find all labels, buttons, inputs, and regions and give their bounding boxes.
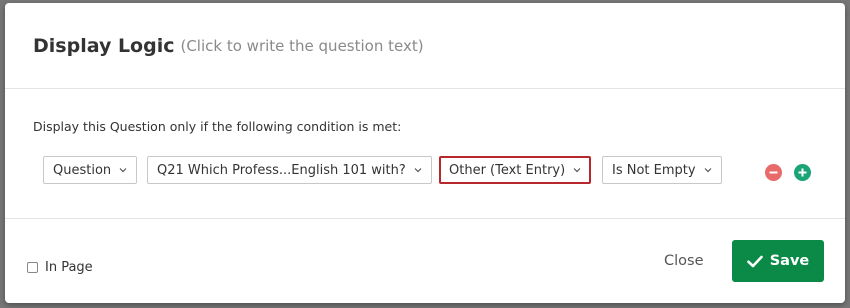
- chevron-down-icon: [119, 168, 127, 173]
- close-button[interactable]: Close: [664, 250, 704, 272]
- dialog-body: Display this Question only if the follow…: [5, 89, 845, 219]
- dropdown-label: Q21 Which Profess...English 101 with?: [157, 162, 406, 178]
- dropdown-label: Is Not Empty: [612, 162, 696, 178]
- condition-question-dropdown[interactable]: Q21 Which Profess...English 101 with?: [147, 156, 432, 184]
- dialog-title: Display Logic: [33, 34, 175, 57]
- chevron-down-icon: [704, 168, 712, 173]
- save-button[interactable]: Save: [732, 240, 824, 282]
- condition-operator-dropdown[interactable]: Is Not Empty: [602, 156, 722, 184]
- chevron-down-icon: [414, 168, 422, 173]
- condition-label: Display this Question only if the follow…: [33, 119, 402, 134]
- add-condition-button[interactable]: [794, 164, 811, 181]
- in-page-label[interactable]: In Page: [45, 260, 93, 275]
- in-page-option: In Page: [27, 260, 93, 275]
- dropdown-label: Question: [53, 162, 112, 178]
- in-page-checkbox[interactable]: [27, 262, 38, 273]
- plus-icon: [798, 168, 807, 177]
- dialog-header: Display Logic (Click to write the questi…: [5, 3, 845, 89]
- check-icon: [746, 255, 763, 268]
- chevron-down-icon: [573, 168, 581, 173]
- minus-icon: [769, 171, 778, 174]
- question-text-link[interactable]: (Click to write the question text): [180, 37, 423, 55]
- condition-choice-dropdown[interactable]: Other (Text Entry): [439, 156, 592, 184]
- condition-type-dropdown[interactable]: Question: [43, 156, 138, 184]
- display-logic-dialog: Display Logic (Click to write the questi…: [5, 3, 845, 303]
- dropdown-label: Other (Text Entry): [449, 162, 566, 178]
- remove-condition-button[interactable]: [765, 164, 782, 181]
- save-label: Save: [769, 253, 810, 269]
